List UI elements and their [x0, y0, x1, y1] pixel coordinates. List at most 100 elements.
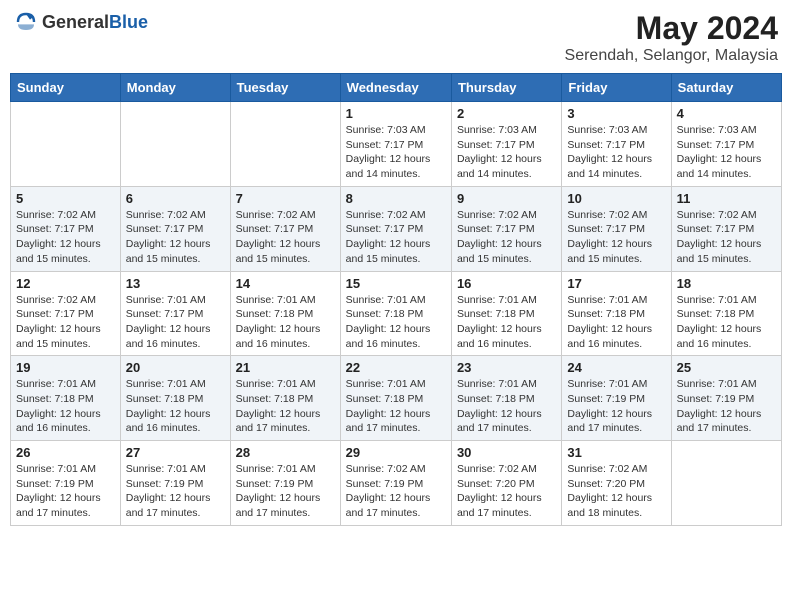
day-number: 16 [457, 276, 556, 291]
day-info: Sunrise: 7:02 AM Sunset: 7:17 PM Dayligh… [457, 208, 556, 267]
calendar-cell: 30Sunrise: 7:02 AM Sunset: 7:20 PM Dayli… [451, 441, 561, 526]
day-info: Sunrise: 7:02 AM Sunset: 7:20 PM Dayligh… [567, 462, 665, 521]
day-info: Sunrise: 7:01 AM Sunset: 7:19 PM Dayligh… [236, 462, 335, 521]
day-number: 6 [126, 191, 225, 206]
day-number: 7 [236, 191, 335, 206]
calendar-table: SundayMondayTuesdayWednesdayThursdayFrid… [10, 73, 782, 526]
calendar-cell: 18 Sunrise: 7:01 AM Sunset: 7:18 PM Dayli… [671, 271, 781, 356]
day-info: Sunrise: 7:01 AM Sunset: 7:18 PM Dayligh… [457, 293, 556, 352]
day-number: 10 [567, 191, 665, 206]
day-info: Sunrise: 7:01 AM Sunset: 7:18 PM Dayligh… [126, 377, 225, 436]
day-info: Sunrise: 7:02 AM Sunset: 7:17 PM Dayligh… [126, 208, 225, 267]
location-subtitle: Serendah, Selangor, Malaysia [565, 47, 778, 65]
calendar-cell: 22 Sunrise: 7:01 AM Sunset: 7:18 PM Dayli… [340, 356, 451, 441]
calendar-cell [671, 441, 781, 526]
day-number: 26 [16, 445, 115, 460]
day-info: Sunrise: 7:01 AM Sunset: 7:18 PM Dayligh… [236, 377, 335, 436]
day-info: Sunrise: 7:01 AM Sunset: 7:19 PM Dayligh… [16, 462, 115, 521]
calendar-week-row: 12Sunrise: 7:02 AM Sunset: 7:17 PM Dayli… [11, 271, 782, 356]
logo-icon [14, 10, 38, 34]
calendar-cell: 15Sunrise: 7:01 AM Sunset: 7:18 PM Dayli… [340, 271, 451, 356]
day-info: Sunrise: 7:03 AM Sunset: 7:17 PM Dayligh… [677, 123, 776, 182]
day-number: 29 [346, 445, 446, 460]
calendar-cell: 11Sunrise: 7:02 AM Sunset: 7:17 PM Dayli… [671, 186, 781, 271]
day-info: Sunrise: 7:01 AM Sunset: 7:19 PM Dayligh… [677, 377, 776, 436]
day-info: Sunrise: 7:01 AM Sunset: 7:18 PM Dayligh… [677, 293, 776, 352]
day-number: 18 [677, 276, 776, 291]
weekday-header-tuesday: Tuesday [230, 74, 340, 102]
day-number: 19 [16, 360, 115, 375]
day-info: Sunrise: 7:02 AM Sunset: 7:19 PM Dayligh… [346, 462, 446, 521]
weekday-header-saturday: Saturday [671, 74, 781, 102]
day-info: Sunrise: 7:03 AM Sunset: 7:17 PM Dayligh… [346, 123, 446, 182]
calendar-cell: 24 Sunrise: 7:01 AM Sunset: 7:19 PM Dayli… [562, 356, 671, 441]
day-info: Sunrise: 7:01 AM Sunset: 7:18 PM Dayligh… [16, 377, 115, 436]
logo: GeneralBlue [14, 10, 148, 34]
day-number: 1 [346, 106, 446, 121]
day-number: 31 [567, 445, 665, 460]
calendar-cell: 6 Sunrise: 7:02 AM Sunset: 7:17 PM Daylig… [120, 186, 230, 271]
calendar-cell [120, 102, 230, 187]
day-number: 21 [236, 360, 335, 375]
calendar-cell: 20 Sunrise: 7:01 AM Sunset: 7:18 PM Dayli… [120, 356, 230, 441]
day-number: 12 [16, 276, 115, 291]
calendar-cell: 4 Sunrise: 7:03 AM Sunset: 7:17 PM Daylig… [671, 102, 781, 187]
day-info: Sunrise: 7:01 AM Sunset: 7:18 PM Dayligh… [236, 293, 335, 352]
weekday-header-wednesday: Wednesday [340, 74, 451, 102]
day-number: 24 [567, 360, 665, 375]
month-year-title: May 2024 [565, 10, 778, 47]
calendar-cell: 1 Sunrise: 7:03 AM Sunset: 7:17 PM Daylig… [340, 102, 451, 187]
calendar-cell: 5Sunrise: 7:02 AM Sunset: 7:17 PM Daylig… [11, 186, 121, 271]
calendar-cell: 2Sunrise: 7:03 AM Sunset: 7:17 PM Daylig… [451, 102, 561, 187]
calendar-cell: 17 Sunrise: 7:01 AM Sunset: 7:18 PM Dayli… [562, 271, 671, 356]
day-info: Sunrise: 7:01 AM Sunset: 7:18 PM Dayligh… [346, 293, 446, 352]
calendar-cell: 12Sunrise: 7:02 AM Sunset: 7:17 PM Dayli… [11, 271, 121, 356]
day-number: 20 [126, 360, 225, 375]
weekday-header-sunday: Sunday [11, 74, 121, 102]
calendar-week-row: 5 Sunrise: 7:02 AM Sunset: 7:17 PM Daylig… [11, 186, 782, 271]
calendar-cell: 25 Sunrise: 7:01 AM Sunset: 7:19 PM Dayli… [671, 356, 781, 441]
day-number: 27 [126, 445, 225, 460]
day-info: Sunrise: 7:02 AM Sunset: 7:17 PM Dayligh… [346, 208, 446, 267]
calendar-cell: 27Sunrise: 7:01 AM Sunset: 7:19 PM Dayli… [120, 441, 230, 526]
day-number: 22 [346, 360, 446, 375]
calendar-cell: 29 Sunrise: 7:02 AM Sunset: 7:19 PM Dayli… [340, 441, 451, 526]
title-area: May 2024 Serendah, Selangor, Malaysia [565, 10, 778, 65]
calendar-cell: 16 Sunrise: 7:01 AM Sunset: 7:18 PM Dayli… [451, 271, 561, 356]
day-info: Sunrise: 7:02 AM Sunset: 7:17 PM Dayligh… [677, 208, 776, 267]
calendar-cell: 3 Sunrise: 7:03 AM Sunset: 7:17 PM Daylig… [562, 102, 671, 187]
day-info: Sunrise: 7:02 AM Sunset: 7:17 PM Dayligh… [567, 208, 665, 267]
day-number: 25 [677, 360, 776, 375]
day-info: Sunrise: 7:02 AM Sunset: 7:17 PM Dayligh… [236, 208, 335, 267]
day-info: Sunrise: 7:01 AM Sunset: 7:18 PM Dayligh… [457, 377, 556, 436]
logo-general: General [42, 12, 109, 32]
day-info: Sunrise: 7:01 AM Sunset: 7:17 PM Dayligh… [126, 293, 225, 352]
day-info: Sunrise: 7:01 AM Sunset: 7:18 PM Dayligh… [567, 293, 665, 352]
calendar-cell: 13 Sunrise: 7:01 AM Sunset: 7:17 PM Dayli… [120, 271, 230, 356]
calendar-cell: 21 Sunrise: 7:01 AM Sunset: 7:18 PM Dayli… [230, 356, 340, 441]
day-number: 4 [677, 106, 776, 121]
weekday-header-monday: Monday [120, 74, 230, 102]
day-number: 3 [567, 106, 665, 121]
calendar-cell: 23 Sunrise: 7:01 AM Sunset: 7:18 PM Dayli… [451, 356, 561, 441]
day-number: 5 [16, 191, 115, 206]
calendar-cell: 10 Sunrise: 7:02 AM Sunset: 7:17 PM Dayli… [562, 186, 671, 271]
day-number: 13 [126, 276, 225, 291]
day-number: 23 [457, 360, 556, 375]
calendar-cell: 31 Sunrise: 7:02 AM Sunset: 7:20 PM Dayli… [562, 441, 671, 526]
weekday-header-friday: Friday [562, 74, 671, 102]
day-number: 17 [567, 276, 665, 291]
logo-blue: Blue [109, 12, 148, 32]
day-info: Sunrise: 7:02 AM Sunset: 7:20 PM Dayligh… [457, 462, 556, 521]
day-info: Sunrise: 7:01 AM Sunset: 7:19 PM Dayligh… [567, 377, 665, 436]
day-info: Sunrise: 7:01 AM Sunset: 7:18 PM Dayligh… [346, 377, 446, 436]
calendar-cell: 8 Sunrise: 7:02 AM Sunset: 7:17 PM Daylig… [340, 186, 451, 271]
calendar-cell [11, 102, 121, 187]
day-number: 8 [346, 191, 446, 206]
calendar-cell: 19 Sunrise: 7:01 AM Sunset: 7:18 PM Dayli… [11, 356, 121, 441]
day-info: Sunrise: 7:03 AM Sunset: 7:17 PM Dayligh… [567, 123, 665, 182]
weekday-header-row: SundayMondayTuesdayWednesdayThursdayFrid… [11, 74, 782, 102]
calendar-cell: 28Sunrise: 7:01 AM Sunset: 7:19 PM Dayli… [230, 441, 340, 526]
calendar-week-row: 26 Sunrise: 7:01 AM Sunset: 7:19 PM Dayli… [11, 441, 782, 526]
day-number: 14 [236, 276, 335, 291]
